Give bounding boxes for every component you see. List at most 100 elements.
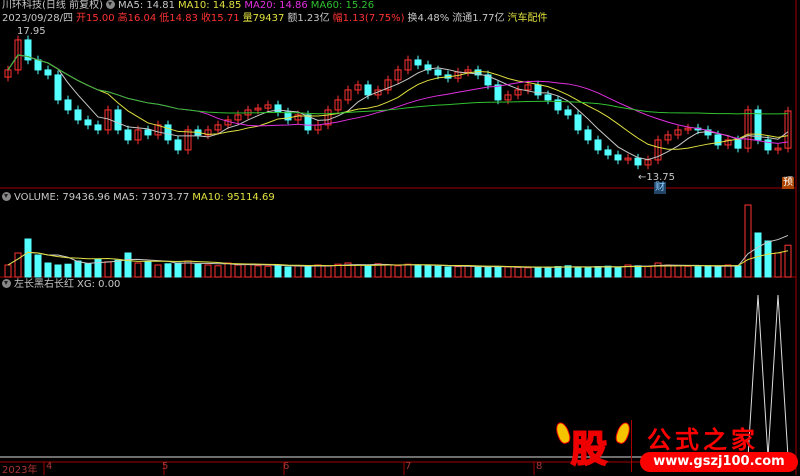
volume-bar — [534, 266, 542, 278]
volume-bar — [4, 264, 12, 278]
volume-bar — [574, 266, 582, 278]
volume-bar — [114, 259, 122, 278]
candle-down — [634, 157, 642, 166]
volume-bar — [554, 266, 562, 278]
month-label: 8 — [536, 461, 543, 472]
candle-down — [614, 154, 622, 161]
candle-down — [114, 109, 122, 131]
volume-bar — [164, 263, 172, 278]
candle-down — [124, 129, 132, 141]
candle-down — [734, 139, 742, 149]
volume-bar — [504, 266, 512, 278]
volume-bar — [264, 265, 272, 278]
volume-bar — [64, 263, 72, 278]
volume-bar — [594, 266, 602, 278]
volume-bar — [154, 264, 162, 278]
volume-bar — [124, 252, 132, 278]
volume-bar — [284, 266, 292, 278]
candle-down — [84, 119, 92, 126]
volume-bar — [204, 264, 212, 278]
volume-bar — [674, 265, 682, 278]
dropdown-icon[interactable] — [2, 279, 11, 288]
volume-bar — [334, 263, 342, 278]
candle-down — [434, 69, 442, 76]
volume-value: VOLUME: 79436.96 — [14, 192, 111, 203]
volume-bar — [404, 263, 412, 278]
candle-down — [174, 139, 182, 151]
volume-bar — [434, 265, 442, 278]
candle-down — [594, 139, 602, 151]
volume-bar — [614, 266, 622, 278]
candle-down — [544, 94, 552, 101]
volume-bar — [424, 265, 432, 278]
volume-bar — [44, 262, 52, 278]
high-label: 17.95 — [17, 26, 46, 37]
cai-badge[interactable]: 财 — [654, 182, 666, 194]
volume-bar — [634, 265, 642, 278]
volume-bar — [374, 263, 382, 278]
volume-bar — [324, 265, 332, 278]
volume-bar — [764, 240, 772, 278]
candle-down — [494, 84, 502, 101]
volume-bar — [34, 254, 42, 278]
volume-bar — [254, 265, 262, 278]
volume-bar — [784, 244, 792, 278]
volume-bar — [94, 258, 102, 278]
candle-down — [144, 129, 152, 136]
vol-ma10: MA10: 95114.69 — [192, 192, 275, 203]
volume-bar — [584, 266, 592, 278]
volume-bar — [174, 262, 182, 278]
volume-bar — [134, 262, 142, 278]
year-label: 2023年 — [2, 465, 38, 476]
candle-down — [284, 111, 292, 121]
volume-bar — [14, 252, 22, 278]
candle-down — [74, 109, 82, 121]
volume-bar — [414, 264, 422, 278]
candle-down — [604, 149, 612, 156]
yu-badge[interactable]: 预 — [782, 177, 794, 189]
candle-down — [414, 59, 422, 66]
volume-bar — [464, 265, 472, 278]
xg-value: XG: 0.00 — [77, 279, 121, 290]
volume-bar — [694, 266, 702, 278]
volume-bar — [364, 265, 372, 278]
candle-down — [34, 59, 42, 71]
month-label: 6 — [283, 461, 290, 472]
candle-down — [564, 109, 572, 116]
watermark-url: www.gszj100.com — [640, 452, 798, 472]
volume-bar — [54, 264, 62, 278]
volume-bar — [524, 267, 532, 278]
volume-bar — [144, 261, 152, 278]
indicator-header: 左长黑右长红 XG: 0.00 — [2, 279, 123, 291]
candle-down — [164, 124, 172, 141]
volume-header: VOLUME: 79436.96 MA5: 73073.77 MA10: 95114… — [2, 192, 278, 204]
volume-bar — [664, 264, 672, 278]
volume-bar — [774, 252, 782, 278]
volume-bar — [104, 261, 112, 278]
volume-bar — [734, 265, 742, 278]
volume-bar — [294, 265, 302, 278]
volume-bar — [484, 266, 492, 278]
volume-bar — [474, 266, 482, 278]
logo-glyph: 股 — [570, 427, 608, 471]
indicator-name: 左长黑右长红 — [14, 279, 74, 290]
month-label: 7 — [405, 461, 412, 472]
stock-chart[interactable] — [0, 0, 800, 475]
watermark-logo: 股 公式之家 www.gszj100.com — [553, 418, 800, 475]
volume-bar — [494, 266, 502, 278]
candle-down — [584, 129, 592, 141]
candle-down — [94, 124, 102, 131]
volume-bar — [754, 232, 762, 278]
volume-bar — [544, 266, 552, 278]
volume-bar — [24, 238, 32, 278]
volume-bar — [684, 265, 692, 278]
volume-bar — [724, 264, 732, 278]
dropdown-icon[interactable] — [2, 192, 11, 201]
volume-bar — [444, 266, 452, 278]
candle-down — [574, 114, 582, 131]
volume-bar — [714, 266, 722, 278]
volume-bar — [234, 264, 242, 278]
volume-bar — [274, 264, 282, 278]
volume-bar — [604, 265, 612, 278]
volume-bar — [214, 265, 222, 278]
